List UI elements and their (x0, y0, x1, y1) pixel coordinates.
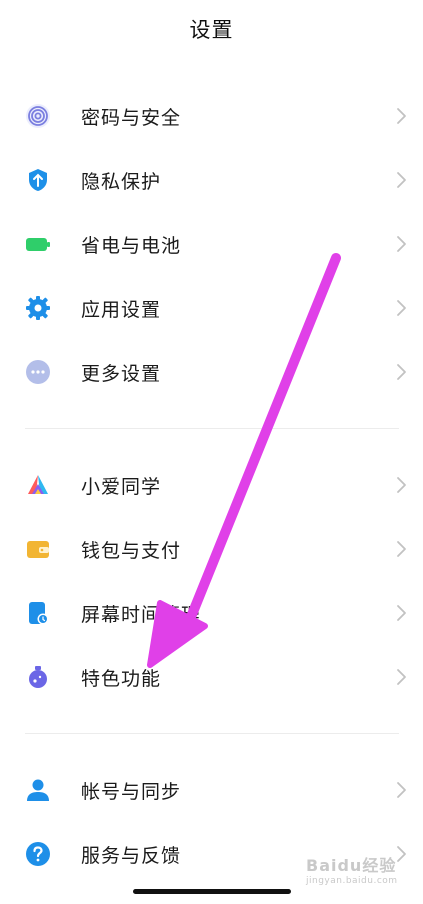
settings-item-label: 应用设置 (81, 298, 162, 321)
group-divider (25, 428, 399, 429)
chevron-right-icon (394, 780, 408, 800)
settings-item-password-security[interactable]: 密码与安全 (0, 88, 423, 144)
baidu-watermark: Baidu经验 jingyan.baidu.com (300, 848, 418, 896)
settings-item-label: 省电与电池 (81, 234, 182, 257)
screen-time-icon (25, 600, 51, 626)
account-icon (25, 777, 51, 803)
settings-item-special-features[interactable]: 特色功能 (0, 649, 423, 705)
settings-item-label: 隐私保护 (81, 170, 162, 193)
battery-icon (25, 231, 51, 257)
fingerprint-icon (25, 103, 51, 129)
settings-item-battery[interactable]: 省电与电池 (0, 216, 423, 272)
more-dots-icon (25, 359, 51, 385)
settings-item-xiaoai[interactable]: 小爱同学 (0, 457, 423, 513)
settings-item-more-settings[interactable]: 更多设置 (0, 344, 423, 400)
settings-item-label: 密码与安全 (81, 106, 182, 129)
settings-item-screen-time[interactable]: 屏幕时间管理 (0, 585, 423, 641)
chevron-right-icon (394, 667, 408, 687)
settings-item-label: 小爱同学 (81, 475, 162, 498)
settings-item-wallet[interactable]: 钱包与支付 (0, 521, 423, 577)
watermark-text: Baidu经验 (306, 856, 397, 875)
chevron-right-icon (394, 362, 408, 382)
potion-icon (25, 664, 51, 690)
chevron-right-icon (394, 298, 408, 318)
chevron-right-icon (394, 234, 408, 254)
chevron-right-icon (394, 475, 408, 495)
privacy-shield-icon (25, 167, 51, 193)
chevron-right-icon (394, 539, 408, 559)
help-icon (25, 841, 51, 867)
settings-item-label: 钱包与支付 (81, 539, 182, 562)
settings-item-label: 特色功能 (81, 667, 162, 690)
wallet-icon (25, 536, 51, 562)
chevron-right-icon (394, 106, 408, 126)
settings-item-label: 服务与反馈 (81, 844, 182, 867)
settings-item-label: 屏幕时间管理 (81, 603, 202, 626)
page-title: 设置 (189, 18, 234, 42)
settings-item-label: 帐号与同步 (81, 780, 182, 803)
chevron-right-icon (394, 170, 408, 190)
settings-item-label: 更多设置 (81, 362, 162, 385)
group-divider (25, 733, 399, 734)
watermark-subtext: jingyan.baidu.com (306, 876, 398, 886)
xiaoai-icon (25, 472, 51, 498)
settings-item-privacy[interactable]: 隐私保护 (0, 152, 423, 208)
gear-icon (25, 295, 51, 321)
chevron-right-icon (394, 603, 408, 623)
settings-item-account-sync[interactable]: 帐号与同步 (0, 762, 423, 818)
settings-item-app-settings[interactable]: 应用设置 (0, 280, 423, 336)
home-indicator[interactable] (133, 889, 291, 894)
